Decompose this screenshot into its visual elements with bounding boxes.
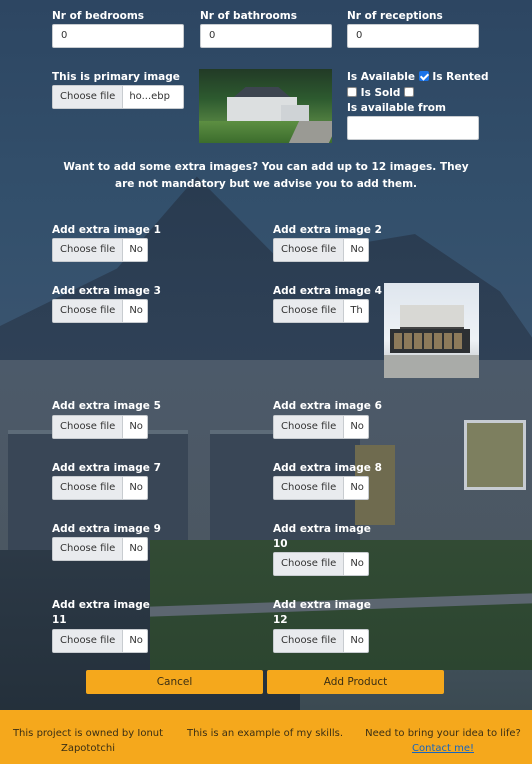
extra-image-9-file-input[interactable]: Choose file No [52, 537, 148, 561]
receptions-input[interactable]: 0 [347, 24, 479, 48]
is-sold-label: Is Sold [360, 87, 401, 99]
is-rented-label: Is Rented [432, 71, 489, 83]
file-name: ho...ebp [129, 91, 170, 102]
extra-image-10-label: Add extra image 10 [273, 523, 371, 550]
choose-file-button[interactable]: Choose file [274, 477, 345, 499]
file-name: No [129, 244, 143, 255]
status-checks-row-1: Is Available Is Rented [347, 70, 488, 85]
primary-image-label: This is primary image [52, 71, 180, 83]
add-product-button[interactable]: Add Product [267, 670, 444, 694]
extra-image-4-preview [384, 283, 479, 378]
extra-image-12-file-input[interactable]: Choose file No [273, 629, 369, 653]
file-name: No [350, 244, 364, 255]
file-name: No [350, 635, 364, 646]
choose-file-button[interactable]: Choose file [274, 630, 345, 652]
extra-image-4-file-input[interactable]: Choose file Th [273, 299, 369, 323]
extra-image-8-label: Add extra image 8 [273, 462, 382, 474]
extra-image-2-label: Add extra image 2 [273, 224, 382, 236]
choose-file-button[interactable]: Choose file [53, 300, 124, 322]
extra-image-9-label: Add extra image 9 [52, 523, 161, 535]
footer-owner-text: This project is owned by Ionut Zapototch… [12, 728, 164, 754]
extra-image-12-label: Add extra image 12 [273, 599, 371, 626]
choose-file-button[interactable]: Choose file [53, 630, 124, 652]
bathrooms-label: Nr of bathrooms [200, 10, 297, 22]
primary-image-preview [199, 69, 332, 143]
file-name: No [350, 558, 364, 569]
file-name: No [129, 305, 143, 316]
extra-image-1-file-input[interactable]: Choose file No [52, 238, 148, 262]
extra-image-3-label: Add extra image 3 [52, 285, 161, 297]
bedrooms-label: Nr of bedrooms [52, 10, 145, 22]
extra-image-6-label: Add extra image 6 [273, 400, 382, 412]
file-name: No [350, 421, 364, 432]
extra-image-6-file-input[interactable]: Choose file No [273, 415, 369, 439]
choose-file-button[interactable]: Choose file [53, 477, 124, 499]
is-available-checkbox[interactable] [418, 71, 429, 81]
available-from-label: Is available from [347, 102, 446, 114]
extra-image-11-file-input[interactable]: Choose file No [52, 629, 148, 653]
footer-cta: Need to bring your idea to life? Contact… [356, 726, 530, 756]
choose-file-button[interactable]: Choose file [274, 239, 345, 261]
choose-file-button[interactable]: Choose file [53, 86, 124, 108]
choose-file-button[interactable]: Choose file [274, 553, 345, 575]
extra-image-11-label: Add extra image 11 [52, 599, 150, 626]
bedrooms-input[interactable]: 0 [52, 24, 184, 48]
file-name: No [129, 421, 143, 432]
cancel-button[interactable]: Cancel [86, 670, 263, 694]
extra-image-10-file-input[interactable]: Choose file No [273, 552, 369, 576]
choose-file-button[interactable]: Choose file [53, 538, 124, 560]
extra-image-2-file-input[interactable]: Choose file No [273, 238, 369, 262]
extra-image-7-label: Add extra image 7 [52, 462, 161, 474]
extra-image-1-label: Add extra image 1 [52, 224, 161, 236]
extra-images-note: Want to add some extra images? You can a… [63, 161, 469, 190]
is-available-label: Is Available [347, 71, 416, 83]
choose-file-button[interactable]: Choose file [274, 300, 345, 322]
extra-image-5-label: Add extra image 5 [52, 400, 161, 412]
status-checks-row-2: Is Sold [347, 86, 415, 101]
extra-image-8-file-input[interactable]: Choose file No [273, 476, 369, 500]
extra-image-5-file-input[interactable]: Choose file No [52, 415, 148, 439]
file-name: No [350, 482, 364, 493]
is-sold-checkbox[interactable] [404, 87, 415, 97]
extra-image-4-label: Add extra image 4 [273, 285, 382, 297]
is-rented-checkbox[interactable] [347, 87, 357, 97]
receptions-label: Nr of receptions [347, 10, 443, 22]
contact-link[interactable]: Contact me! [412, 743, 474, 754]
extra-image-7-file-input[interactable]: Choose file No [52, 476, 148, 500]
footer-cta-text: Need to bring your idea to life? [365, 728, 521, 739]
primary-image-file-input[interactable]: Choose file ho...ebp [52, 85, 184, 109]
footer-example-text: This is an example of my skills. [186, 728, 344, 739]
file-name: No [129, 635, 143, 646]
file-name: Th [350, 305, 363, 316]
choose-file-button[interactable]: Choose file [274, 416, 345, 438]
choose-file-button[interactable]: Choose file [53, 416, 124, 438]
file-name: No [129, 543, 143, 554]
footer: This project is owned by Ionut Zapototch… [0, 710, 532, 764]
add-product-form: Nr of bedrooms 0 Nr of bathrooms 0 Nr of… [0, 0, 532, 710]
extra-image-3-file-input[interactable]: Choose file No [52, 299, 148, 323]
file-name: No [129, 482, 143, 493]
available-from-input[interactable] [347, 116, 479, 140]
choose-file-button[interactable]: Choose file [53, 239, 124, 261]
bathrooms-input[interactable]: 0 [200, 24, 332, 48]
